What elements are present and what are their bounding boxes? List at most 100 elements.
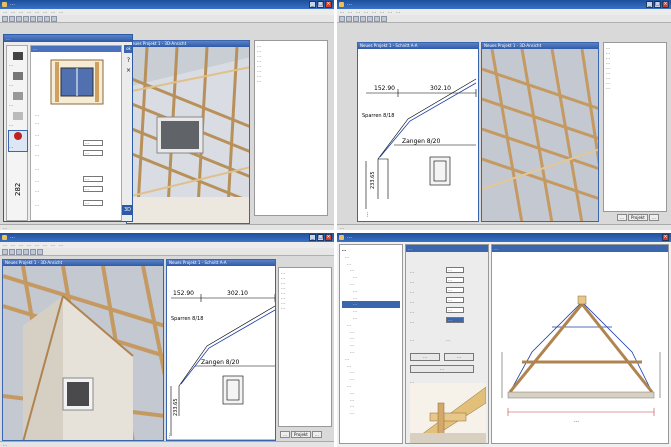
tree-item[interactable]: … (342, 390, 400, 397)
tree-item[interactable]: … (342, 349, 400, 356)
form-input[interactable]: … (446, 287, 464, 293)
tool-icon[interactable] (360, 16, 366, 22)
tree-item[interactable]: … (342, 376, 400, 383)
radio-option[interactable]: … (410, 337, 414, 342)
field-input[interactable]: … (83, 140, 103, 146)
minimize-button[interactable]: _ (309, 1, 316, 8)
tree-item[interactable]: … (342, 295, 400, 302)
menu-item[interactable]: … (59, 242, 63, 247)
menu-item[interactable]: … (27, 9, 31, 14)
menu-item[interactable]: … (51, 9, 55, 14)
project-tree[interactable]: … … … … … … … … (278, 267, 332, 427)
tree-item[interactable]: … (342, 281, 400, 288)
menu-item[interactable]: … (356, 9, 360, 14)
tree-item[interactable]: … (342, 288, 400, 295)
close-button[interactable]: × (325, 234, 332, 241)
tab-label[interactable]: … (9, 62, 13, 67)
tree-item[interactable]: … (342, 397, 400, 404)
tab-icon[interactable] (13, 52, 23, 60)
tab-label[interactable]: … (9, 82, 13, 87)
tool-icon[interactable] (23, 16, 29, 22)
question-icon[interactable]: ? (124, 57, 132, 65)
menu-item[interactable]: … (35, 242, 39, 247)
menu-item[interactable]: … (340, 9, 344, 14)
menu-item[interactable]: … (27, 242, 31, 247)
tab-icon[interactable] (13, 112, 23, 120)
tab[interactable]: Projekt (291, 431, 311, 438)
project-tree[interactable]: … … … … … … … … (254, 40, 328, 216)
tree-item[interactable]: … (342, 322, 400, 329)
tool-icon[interactable] (367, 16, 373, 22)
tree-item[interactable]: … (342, 369, 400, 376)
close-button[interactable]: × (662, 234, 669, 241)
roof-3d-render[interactable] (3, 266, 164, 441)
form-input[interactable]: … (446, 307, 464, 313)
field-input[interactable]: … (83, 150, 103, 156)
maximize-button[interactable]: □ (654, 1, 661, 8)
tool-icon[interactable] (381, 16, 387, 22)
tree-item[interactable]: … (606, 85, 664, 90)
tool-icon[interactable] (353, 16, 359, 22)
tab[interactable]: … (648, 214, 659, 221)
view-3d-button[interactable]: 3D (122, 205, 132, 215)
menu-item[interactable]: … (51, 242, 55, 247)
form-button[interactable]: … (444, 353, 474, 361)
close-button[interactable]: × (325, 1, 332, 8)
tool-icon[interactable] (2, 249, 8, 255)
tab-icon[interactable] (14, 132, 22, 140)
tool-icon[interactable] (37, 16, 43, 22)
roof-3d-render[interactable] (127, 47, 250, 224)
tree-item[interactable]: … (257, 78, 325, 83)
tree-item[interactable]: … (342, 383, 400, 390)
radio-option[interactable]: … (446, 337, 450, 342)
tab-label[interactable]: … (9, 122, 13, 127)
form-input[interactable]: … (446, 277, 464, 283)
menu-item[interactable]: … (3, 9, 7, 14)
project-tree[interactable]: … … … … … … … … … (603, 42, 667, 212)
tool-icon[interactable] (16, 249, 22, 255)
tree-item[interactable]: … (281, 305, 329, 310)
option-checkbox[interactable]: … (35, 112, 39, 117)
maximize-button[interactable]: □ (317, 1, 324, 8)
form-button[interactable]: … (410, 365, 474, 373)
ok-button[interactable]: ok (124, 45, 132, 53)
tool-icon[interactable] (23, 249, 29, 255)
tool-icon[interactable] (37, 249, 43, 255)
tree-item[interactable]: … (342, 308, 400, 315)
field-input[interactable]: … (83, 186, 103, 192)
tab-label[interactable]: … (9, 102, 13, 107)
tree-item[interactable]: … (342, 315, 400, 322)
menu-item[interactable]: … (348, 9, 352, 14)
tree-item[interactable]: … (342, 329, 400, 336)
roof-section-drawing[interactable]: … (492, 252, 668, 442)
menu-item[interactable]: … (388, 9, 392, 14)
tree-item[interactable]: … (342, 356, 400, 363)
tool-icon[interactable] (9, 16, 15, 22)
menu-item[interactable]: … (372, 9, 376, 14)
tool-icon[interactable] (374, 16, 380, 22)
menu-item[interactable]: … (59, 9, 63, 14)
field-input[interactable]: … (83, 176, 103, 182)
menu-item[interactable]: … (11, 9, 15, 14)
menu-item[interactable]: … (19, 242, 23, 247)
tree-item[interactable]: … (342, 410, 400, 417)
tree-item[interactable]: … (342, 267, 400, 274)
tool-icon[interactable] (339, 16, 345, 22)
menu-item[interactable]: … (3, 242, 7, 247)
field-input[interactable]: … (83, 200, 103, 206)
tool-icon[interactable] (16, 16, 22, 22)
tree-item[interactable]: … (342, 403, 400, 410)
menu-item[interactable]: … (35, 9, 39, 14)
tab[interactable]: … (280, 431, 290, 438)
tree-item[interactable]: … (342, 335, 400, 342)
form-input[interactable]: … (446, 297, 464, 303)
menu-item[interactable]: … (364, 9, 368, 14)
form-input-selected[interactable]: … (446, 317, 464, 323)
close-button[interactable]: × (662, 1, 669, 8)
tab-icon[interactable] (13, 92, 23, 100)
tree-root[interactable]: … (342, 247, 400, 254)
tool-icon[interactable] (51, 16, 57, 22)
tool-icon[interactable] (9, 249, 15, 255)
tool-icon[interactable] (30, 249, 36, 255)
tree-item[interactable]: … (342, 342, 400, 349)
